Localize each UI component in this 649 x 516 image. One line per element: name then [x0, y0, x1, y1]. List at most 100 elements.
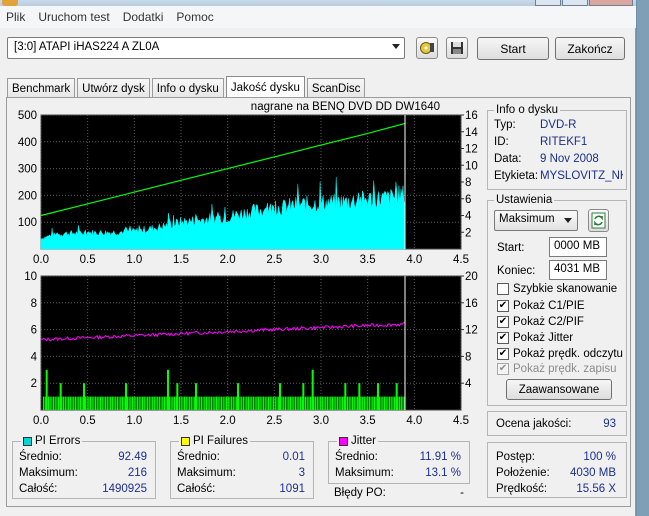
- pi-failure-bar: [267, 396, 270, 410]
- pi-failure-bar: [200, 396, 202, 410]
- checkbox-row[interactable]: ✔ Pokaż prędk. odczytu: [497, 346, 623, 361]
- start-mb-input[interactable]: 0000 MB: [549, 237, 607, 257]
- pi-failure-bar: [210, 396, 213, 410]
- checkbox[interactable]: [497, 282, 509, 295]
- disc-type: DVD-R: [540, 119, 577, 131]
- pi-failure-bar: [98, 396, 100, 410]
- pi-failure-bar: [402, 396, 404, 410]
- y-tick-label-right: 4: [465, 211, 472, 223]
- pi-failure-bar: [286, 396, 288, 410]
- pi-failure-bar: [209, 396, 211, 410]
- disc-label-label: Etykieta:: [494, 170, 539, 182]
- pi-errors-max-label: Maksimum:: [19, 467, 78, 479]
- pi-failure-bar: [370, 396, 372, 410]
- pi-failure-bar: [42, 396, 45, 410]
- checkbox-label: Szybkie skanowanie: [513, 282, 618, 295]
- pi-failure-bar: [74, 396, 76, 410]
- pi-failure-bar: [106, 396, 108, 410]
- pi-failure-peak: [45, 369, 48, 410]
- pi-failure-bar: [293, 396, 295, 410]
- pi-failure-bar: [84, 396, 87, 410]
- checkbox[interactable]: ✔: [497, 299, 509, 312]
- pi-failure-bar: [346, 396, 349, 410]
- pi-failure-peak: [344, 383, 347, 410]
- pi-failure-bar: [222, 396, 224, 410]
- pi-failure-bar: [309, 396, 312, 410]
- pi-failure-bar: [392, 396, 394, 410]
- pi-failure-bar: [118, 396, 120, 410]
- checkbox-label: Pokaż prędk. zapisu: [513, 362, 617, 375]
- pi-failure-bar: [158, 396, 160, 410]
- pi-failure-bar: [264, 396, 266, 410]
- pi-failure-bar: [274, 396, 276, 410]
- pi-failure-bar: [180, 396, 182, 410]
- pi-failure-bar: [304, 396, 307, 410]
- pi-failure-bar: [351, 396, 354, 410]
- pi-errors-stats: PI Errors Średnio: 92.49 Maksimum: 216 Cał…: [12, 435, 156, 499]
- checkbox-row[interactable]: ✔ Pokaż C2/PIF: [497, 314, 584, 329]
- pi-failure-bar: [66, 396, 68, 410]
- y-tick-label-left: 2: [31, 378, 37, 390]
- end-mb-input[interactable]: 4031 MB: [549, 260, 607, 280]
- pi-failure-bar: [355, 396, 357, 410]
- y-tick-label-right: 14: [465, 127, 478, 139]
- po-errors-value: -: [460, 487, 464, 499]
- pi-failure-bar: [388, 396, 391, 410]
- pi-failure-bar: [330, 396, 332, 410]
- end-mb-label: Koniec:: [497, 265, 536, 277]
- pi-failure-bar: [182, 396, 184, 410]
- pi-failure-bar: [145, 396, 147, 410]
- x-tick-label: 1.0: [126, 415, 142, 427]
- checkbox-row[interactable]: ✔ Pokaż C1/PIE: [497, 298, 585, 313]
- pi-failure-bar: [385, 396, 387, 410]
- checkbox-label: Pokaż Jitter: [513, 331, 574, 344]
- speed-select[interactable]: Maksimum: [494, 210, 578, 231]
- pi-failure-bar: [86, 396, 88, 410]
- pi-failure-bar: [306, 396, 308, 410]
- jitter-avg: 11.91 %: [419, 451, 461, 463]
- pi-failure-bar: [227, 396, 229, 410]
- pi-failure-bar: [143, 396, 145, 410]
- speed-select-value: Maksimum: [499, 213, 555, 225]
- checkbox-row[interactable]: Szybkie skanowanie: [497, 281, 617, 296]
- pi-failure-bar: [284, 396, 286, 410]
- x-tick-label: 2.0: [220, 415, 236, 427]
- pi-failure-bar: [299, 396, 302, 410]
- x-tick-label: 0.0: [33, 415, 49, 427]
- quality-value: 93: [603, 418, 616, 430]
- y-tick-label-left: 400: [18, 137, 37, 149]
- advanced-button[interactable]: Zaawansowane: [506, 379, 612, 400]
- pi-failure-bar: [234, 396, 236, 410]
- pi-failure-bar: [217, 396, 219, 410]
- disc-date: 9 Nov 2008: [540, 153, 599, 165]
- refresh-button[interactable]: [588, 209, 609, 232]
- pi-errors-avg-label: Średnio:: [19, 451, 62, 463]
- pi-failure-bar: [350, 396, 352, 410]
- pi-failure-bar: [103, 396, 105, 410]
- pi-failure-bar: [51, 396, 53, 410]
- checkbox[interactable]: ✔: [497, 315, 509, 328]
- pi-failure-peak: [195, 383, 197, 410]
- x-tick-label: 2.5: [266, 415, 282, 427]
- pi-failure-bar: [357, 396, 359, 410]
- checkbox[interactable]: ✔: [497, 331, 509, 344]
- pi-failure-bar: [362, 396, 364, 410]
- x-tick-label: 1.0: [126, 254, 142, 266]
- desktop-background: [637, 0, 649, 516]
- x-tick-label: 1.5: [173, 254, 189, 266]
- checkbox-row[interactable]: ✔ Pokaż Jitter: [497, 330, 573, 345]
- checkbox[interactable]: ✔: [497, 347, 509, 360]
- pi-failure-bar: [378, 396, 381, 410]
- checkbox-row: ✔ Pokaż prędk. zapisu: [497, 361, 617, 376]
- position-label: Położenie:: [496, 467, 550, 479]
- x-tick-label: 2.5: [266, 254, 282, 266]
- pi-failure-bar: [365, 396, 367, 410]
- pi-failure-bar: [288, 396, 290, 410]
- pi-failure-bar: [131, 396, 134, 410]
- speed-value: 15.56 X: [576, 483, 616, 495]
- pi-failure-bar: [318, 396, 320, 410]
- x-tick-label: 4.5: [453, 415, 469, 427]
- y-tick-label-left: 8: [31, 298, 37, 310]
- pi-failure-bar: [393, 396, 396, 410]
- refresh-icon: [591, 212, 606, 229]
